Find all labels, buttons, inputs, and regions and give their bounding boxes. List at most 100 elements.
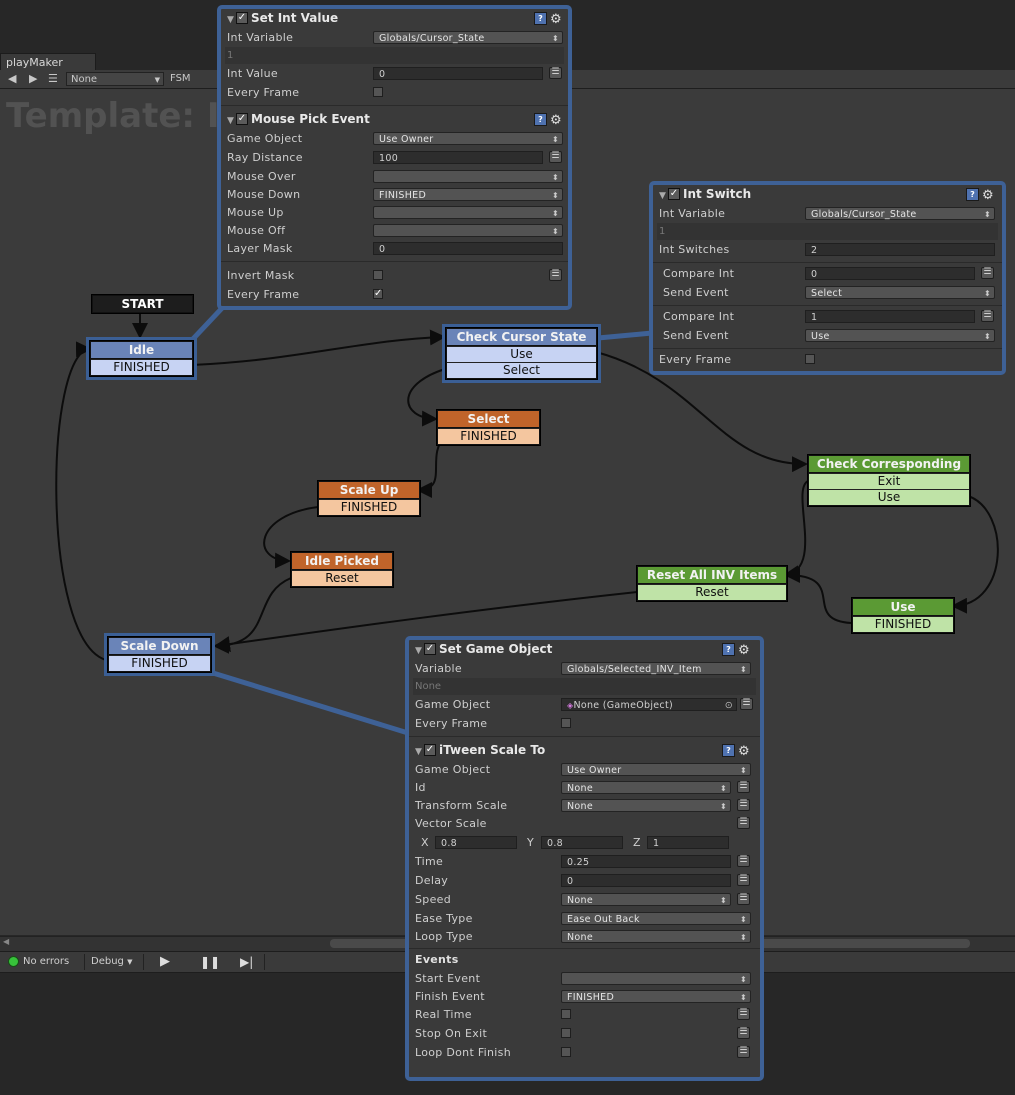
fsm-label[interactable]: FSM <box>170 72 191 86</box>
ease-type-dropdown[interactable]: Ease Out Back <box>561 912 751 926</box>
action-enabled-checkbox[interactable]: ✓ <box>236 11 248 24</box>
help-icon[interactable]: ? <box>534 12 547 25</box>
real-time-checkbox[interactable] <box>561 1009 571 1019</box>
set-game-object-header[interactable]: ▼ ✓ Set Game Object ? ⚙ <box>409 640 760 659</box>
action-enabled-checkbox[interactable]: ✓ <box>236 112 248 125</box>
errors-label[interactable]: No errors <box>23 955 69 969</box>
mouse-down-dropdown[interactable]: FINISHED <box>373 188 563 202</box>
state-use[interactable]: Use FINISHED <box>852 598 954 633</box>
variable-toggle-button[interactable]: ☰ <box>981 267 994 279</box>
send-event-dropdown[interactable]: Use <box>805 329 995 343</box>
state-event[interactable]: Use <box>447 346 596 362</box>
variable-toggle-button[interactable]: ☰ <box>981 310 994 322</box>
itween-scale-to-header[interactable]: ▼ ✓ iTween Scale To ? ⚙ <box>409 741 760 760</box>
every-frame-checkbox[interactable] <box>373 87 383 97</box>
help-icon[interactable]: ? <box>966 188 979 201</box>
time-field[interactable]: 0.25 <box>561 855 731 868</box>
variable-toggle-button[interactable]: ☰ <box>737 781 750 793</box>
variable-toggle-button[interactable]: ☰ <box>737 1008 750 1020</box>
pause-icon[interactable]: ❚❚ <box>200 955 220 969</box>
state-reset-all-inv-items[interactable]: Reset All INV Items Reset <box>637 566 787 601</box>
state-check-cursor[interactable]: Check Cursor State Use Select <box>442 324 601 383</box>
compare-int-field[interactable]: 0 <box>805 267 975 280</box>
help-icon[interactable]: ? <box>534 113 547 126</box>
variable-toggle-button[interactable]: ☰ <box>549 269 562 281</box>
variable-toggle-button[interactable]: ☰ <box>737 893 750 905</box>
state-event[interactable]: Use <box>809 489 969 505</box>
gear-icon[interactable]: ⚙ <box>738 742 750 761</box>
loop-type-dropdown[interactable]: None <box>561 930 751 944</box>
variable-toggle-button[interactable]: ☰ <box>737 817 750 829</box>
debug-dropdown[interactable]: Debug ▼ <box>91 955 132 969</box>
window-tab[interactable]: playMaker <box>0 53 96 70</box>
state-event[interactable]: FINISHED <box>853 616 953 632</box>
action-enabled-checkbox[interactable]: ✓ <box>424 642 436 655</box>
speed-dropdown[interactable]: None <box>561 893 731 907</box>
object-picker-icon[interactable]: ⊙ <box>725 699 733 712</box>
variable-toggle-button[interactable]: ☰ <box>740 698 753 710</box>
state-event[interactable]: Exit <box>809 473 969 489</box>
mouse-over-dropdown[interactable] <box>373 170 563 184</box>
z-field[interactable]: 1 <box>647 836 729 849</box>
variable-toggle-button[interactable]: ☰ <box>737 1027 750 1039</box>
gear-icon[interactable]: ⚙ <box>738 641 750 660</box>
variable-toggle-button[interactable]: ☰ <box>549 67 562 79</box>
state-scale-down[interactable]: Scale Down FINISHED <box>104 633 215 676</box>
mouse-pick-event-header[interactable]: ▼ ✓ Mouse Pick Event ? ⚙ <box>221 110 568 129</box>
state-idle[interactable]: Idle FINISHED <box>86 337 197 380</box>
id-dropdown[interactable]: None <box>561 781 731 795</box>
transform-scale-dropdown[interactable]: None <box>561 799 731 813</box>
help-icon[interactable]: ? <box>722 744 735 757</box>
help-icon[interactable]: ? <box>722 643 735 656</box>
back-arrow-icon[interactable]: ◀ <box>8 72 16 86</box>
state-scale-up[interactable]: Scale Up FINISHED <box>318 481 420 516</box>
state-event[interactable]: FINISHED <box>438 428 539 444</box>
loop-dont-finish-checkbox[interactable] <box>561 1047 571 1057</box>
state-select[interactable]: Select FINISHED <box>437 410 540 445</box>
invert-mask-checkbox[interactable] <box>373 270 383 280</box>
int-variable-dropdown[interactable]: Globals/Cursor_State <box>805 207 995 221</box>
int-switch-header[interactable]: ▼ ✓ Int Switch ? ⚙ <box>653 185 1002 204</box>
game-object-dropdown[interactable]: Use Owner <box>561 763 751 777</box>
layer-mask-field[interactable]: 0 <box>373 242 563 255</box>
set-int-value-header[interactable]: ▼ ✓ Set Int Value ? ⚙ <box>221 9 568 28</box>
mouse-up-dropdown[interactable] <box>373 206 563 220</box>
forward-arrow-icon[interactable]: ▶ <box>29 72 37 86</box>
int-variable-dropdown[interactable]: Globals/Cursor_State <box>373 31 563 45</box>
step-icon[interactable]: ▶| <box>240 955 253 969</box>
every-frame-checkbox[interactable]: ✓ <box>373 289 383 299</box>
compare-int-field[interactable]: 1 <box>805 310 975 323</box>
every-frame-checkbox[interactable] <box>561 718 571 728</box>
variable-toggle-button[interactable]: ☰ <box>737 855 750 867</box>
ray-distance-field[interactable]: 100 <box>373 151 543 164</box>
state-event[interactable]: Reset <box>292 570 392 586</box>
every-frame-checkbox[interactable] <box>805 354 815 364</box>
fsm-selector-dropdown[interactable]: None ▼ <box>66 72 164 86</box>
finish-event-dropdown[interactable]: FINISHED <box>561 990 751 1004</box>
game-object-dropdown[interactable]: Use Owner <box>373 132 563 146</box>
state-start[interactable]: START <box>92 295 193 313</box>
menu-icon[interactable]: ☰ <box>48 72 58 86</box>
int-switches-field[interactable]: 2 <box>805 243 995 256</box>
stop-on-exit-checkbox[interactable] <box>561 1028 571 1038</box>
state-event[interactable]: FINISHED <box>91 359 192 375</box>
variable-toggle-button[interactable]: ☰ <box>737 874 750 886</box>
action-enabled-checkbox[interactable]: ✓ <box>424 743 436 756</box>
state-event[interactable]: Reset <box>638 584 786 600</box>
state-event[interactable]: Select <box>447 362 596 378</box>
variable-toggle-button[interactable]: ☰ <box>737 1046 750 1058</box>
start-event-dropdown[interactable] <box>561 972 751 986</box>
variable-toggle-button[interactable]: ☰ <box>549 151 562 163</box>
send-event-dropdown[interactable]: Select <box>805 286 995 300</box>
action-enabled-checkbox[interactable]: ✓ <box>668 187 680 200</box>
y-field[interactable]: 0.8 <box>541 836 623 849</box>
state-check-corresponding[interactable]: Check Corresponding Exit Use <box>808 455 970 506</box>
gear-icon[interactable]: ⚙ <box>550 111 562 130</box>
delay-field[interactable]: 0 <box>561 874 731 887</box>
state-event[interactable]: FINISHED <box>319 499 419 515</box>
play-icon[interactable]: ▶ <box>160 955 170 969</box>
scroll-left-arrow-icon[interactable]: ◀ <box>3 937 9 946</box>
state-event[interactable]: FINISHED <box>109 655 210 671</box>
x-field[interactable]: 0.8 <box>435 836 517 849</box>
gear-icon[interactable]: ⚙ <box>982 186 994 205</box>
